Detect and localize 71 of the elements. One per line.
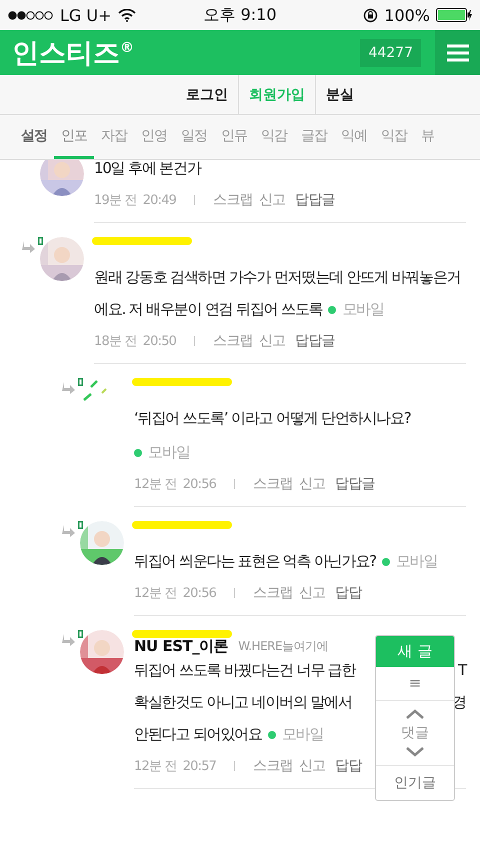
comment-text: ‘뒤집어 쓰도록’ 이라고 어떻게 단언하시나요? <box>134 408 412 429</box>
comment-time: 12분 전 <box>134 476 177 493</box>
chevron-down-icon[interactable] <box>405 746 425 757</box>
board-tab[interactable]: 익감 <box>254 115 294 159</box>
comment-time: 12분 전 <box>134 758 177 775</box>
action-link[interactable]: 스크랩 <box>213 191 253 209</box>
list-button[interactable]: ≡ <box>376 667 454 701</box>
comment-time: 12분 전 <box>134 585 177 602</box>
board-tab[interactable]: 일정 <box>174 115 214 159</box>
rotation-lock-icon <box>363 8 378 22</box>
menu-icon[interactable] <box>446 44 468 62</box>
level-icon <box>38 237 43 245</box>
chevron-up-icon[interactable] <box>405 709 425 720</box>
action-link[interactable]: 답답 <box>335 584 362 602</box>
menu-button[interactable] <box>435 30 480 75</box>
comment-text: T <box>458 660 466 681</box>
board-tab[interactable]: 인영 <box>134 115 174 159</box>
action-link[interactable]: 스크랩 <box>253 475 293 493</box>
comment-text: 뒤집어 쓰도록 바꿨다는건 너무 급한 <box>134 660 356 681</box>
comment-time: 20:56 <box>182 476 216 492</box>
board-tab[interactable]: 익예 <box>334 115 374 159</box>
carrier-name: LG U+ <box>60 6 112 24</box>
action-link[interactable]: 답답글 <box>335 475 375 493</box>
battery-percent: 100% <box>384 6 430 24</box>
level-icon <box>78 378 83 386</box>
new-post-button[interactable]: 새 글 <box>376 636 454 667</box>
action-link[interactable]: 답답글 <box>295 191 335 209</box>
account-link[interactable]: 로그인 <box>176 75 239 114</box>
settings-tab[interactable]: 설정 <box>14 115 54 159</box>
action-link[interactable]: 신고 <box>258 332 286 350</box>
battery-icon <box>436 8 472 22</box>
comment-text: 원래 강동호 검색하면 가수가 먼저떴는데 안뜨게 바꿔놓은거에요. 저 배우분이 연검 뒤집어 쓰도록 모바일 <box>94 267 462 320</box>
comment-text: 안된다고 되어있어요 모바일 <box>134 724 324 745</box>
action-link[interactable]: 답답글 <box>295 332 335 350</box>
level-icon <box>78 630 83 638</box>
action-link[interactable]: 신고 <box>298 475 326 493</box>
comments-label: 댓글 <box>401 724 429 742</box>
username[interactable]: NU EST_이론 <box>134 638 228 654</box>
action-link[interactable]: 신고 <box>298 757 326 775</box>
comment-text: 10일 후에 본건가 <box>94 160 201 179</box>
user-tag: W.HERE늘여기에 <box>238 638 328 654</box>
comment-text: 확실한것도 아니고 네이버의 말에서 <box>134 692 352 713</box>
board-tab[interactable]: 자잡 <box>94 115 134 159</box>
action-link[interactable]: 신고 <box>258 191 286 209</box>
account-link[interactable]: 분실 <box>316 75 364 114</box>
comment-text: 뒤집어 씌운다는 표현은 억측 아닌가요? 모바일 <box>134 551 438 572</box>
wifi-icon <box>118 8 136 22</box>
board-tab[interactable]: 글잡 <box>294 115 334 159</box>
comment-text: 경 <box>452 692 466 713</box>
comment-time: 20:50 <box>142 334 176 348</box>
action-link[interactable]: 스크랩 <box>253 757 293 775</box>
board-tab[interactable]: 익잡 <box>374 115 414 159</box>
board-tab[interactable]: 인뮤 <box>214 115 254 159</box>
board-tab[interactable]: 뷰 <box>414 115 441 159</box>
comment-time: 20:57 <box>182 758 216 774</box>
visitor-count: 44277 <box>360 38 421 66</box>
signal-icon <box>8 10 54 20</box>
action-link[interactable]: 답답 <box>335 757 362 775</box>
popular-posts-button[interactable]: 인기글 <box>376 766 454 800</box>
comment-time: 19분 전 <box>94 192 137 209</box>
mobile-label: 모바일 <box>134 443 190 461</box>
level-icon <box>78 521 83 529</box>
account-link[interactable]: 회원가입 <box>239 75 316 114</box>
comment-time: 20:49 <box>142 192 176 208</box>
comment-time: 20:56 <box>182 586 216 600</box>
action-link[interactable]: 스크랩 <box>213 332 253 350</box>
site-logo[interactable]: 인스티즈$^{®}$ <box>0 34 360 70</box>
clock: 오후 9:10 <box>202 4 278 26</box>
action-link[interactable]: 신고 <box>298 584 326 602</box>
comment-time: 18분 전 <box>94 333 137 350</box>
action-link[interactable]: 스크랩 <box>253 584 293 602</box>
